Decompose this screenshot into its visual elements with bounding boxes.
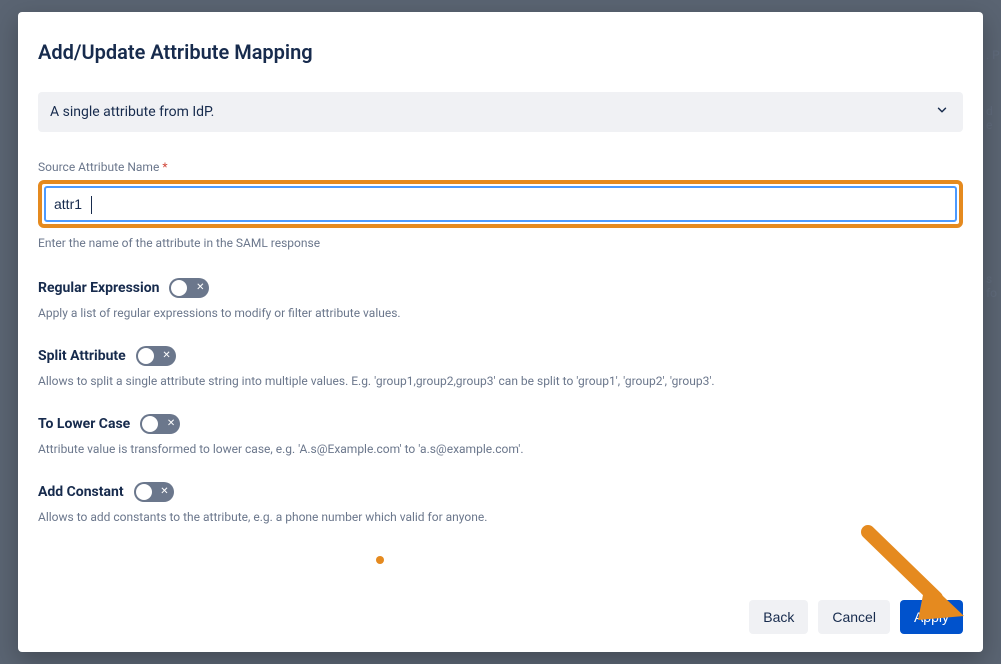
option-split-attribute: Split Attribute ✕ Allows to split a sing… xyxy=(38,346,963,388)
close-icon: ✕ xyxy=(160,487,168,497)
modal-title: Add/Update Attribute Mapping xyxy=(38,40,963,64)
source-attribute-input[interactable] xyxy=(44,186,957,222)
modal-footer: Back Cancel Apply xyxy=(749,600,963,634)
toggle-knob-icon xyxy=(138,348,154,364)
required-asterisk: * xyxy=(162,160,167,174)
option-title: Regular Expression xyxy=(38,280,159,296)
option-desc: Allows to split a single attribute strin… xyxy=(38,374,963,388)
option-title: Split Attribute xyxy=(38,348,126,364)
add-constant-toggle[interactable]: ✕ xyxy=(134,482,174,502)
cancel-button[interactable]: Cancel xyxy=(818,600,890,634)
split-attribute-toggle[interactable]: ✕ xyxy=(136,346,176,366)
regular-expression-toggle[interactable]: ✕ xyxy=(169,278,209,298)
label-text: Source Attribute Name xyxy=(38,160,159,174)
option-regular-expression: Regular Expression ✕ Apply a list of reg… xyxy=(38,278,963,320)
back-button[interactable]: Back xyxy=(749,600,808,634)
option-desc: Attribute value is transformed to lower … xyxy=(38,442,963,456)
close-icon: ✕ xyxy=(167,419,175,429)
to-lower-case-toggle[interactable]: ✕ xyxy=(140,414,180,434)
chevron-down-icon xyxy=(935,103,949,121)
toggle-knob-icon xyxy=(136,484,152,500)
option-desc: Apply a list of regular expressions to m… xyxy=(38,306,963,320)
annotation-dot-icon xyxy=(376,556,384,564)
attribute-mapping-modal: Add/Update Attribute Mapping A single at… xyxy=(18,12,983,652)
option-add-constant: Add Constant ✕ Allows to add constants t… xyxy=(38,482,963,524)
option-title: Add Constant xyxy=(38,484,124,500)
bg-fragment: . P xyxy=(986,48,1000,62)
bg-fragment: s fo xyxy=(986,272,1001,300)
toggle-knob-icon xyxy=(171,280,187,296)
toggle-knob-icon xyxy=(142,416,158,432)
apply-button[interactable]: Apply xyxy=(900,600,963,634)
close-icon: ✕ xyxy=(162,351,170,361)
source-attribute-highlight xyxy=(38,180,963,228)
option-title: To Lower Case xyxy=(38,416,130,432)
modal-backdrop: . P d e s fo Add/Update Attribute Mappin… xyxy=(0,0,1001,664)
mapping-type-selected-value: A single attribute from IdP. xyxy=(50,104,214,120)
source-attribute-hint: Enter the name of the attribute in the S… xyxy=(38,236,963,250)
mapping-type-select[interactable]: A single attribute from IdP. xyxy=(38,92,963,132)
option-to-lower-case: To Lower Case ✕ Attribute value is trans… xyxy=(38,414,963,456)
option-desc: Allows to add constants to the attribute… xyxy=(38,510,963,524)
source-attribute-label: Source Attribute Name * xyxy=(38,160,963,174)
bg-fragment: d e xyxy=(986,104,1001,132)
close-icon: ✕ xyxy=(196,283,204,293)
